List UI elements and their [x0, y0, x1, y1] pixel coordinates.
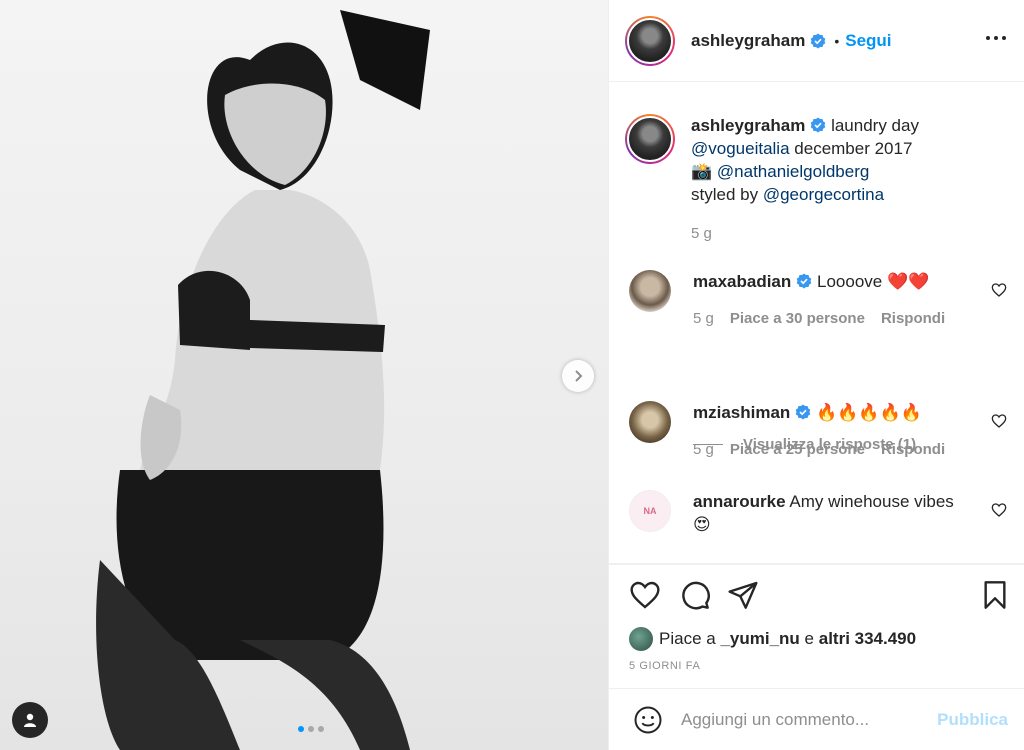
liker-username[interactable]: _yumi_nu: [720, 629, 799, 649]
comment-likes[interactable]: Piace a 30 persone: [730, 307, 865, 330]
caption-styled-prefix: styled by: [691, 185, 759, 204]
post-actions-bar: [609, 564, 1024, 622]
likes-summary[interactable]: Piace a _yumi_nu e altri 334.490: [609, 622, 1024, 656]
share-icon[interactable]: [727, 579, 759, 611]
carousel-dot: [308, 726, 314, 732]
comment-emoji: 😍: [693, 515, 711, 534]
carousel-indicator: [298, 726, 324, 732]
post-photo: [96, 10, 430, 750]
comment-time[interactable]: 5 g: [693, 438, 714, 461]
next-photo-button[interactable]: [562, 360, 594, 392]
post-side-panel: ashleygraham • Segui ashleygraham laundr…: [608, 0, 1024, 750]
caption-line1: laundry day: [831, 116, 919, 135]
caption-text: ashleygraham laundry day @vogueitalia de…: [691, 114, 919, 245]
comment-item: mziashiman 🔥🔥🔥🔥🔥 5 g Piace a 25 persone …: [625, 401, 1017, 461]
verified-icon: [796, 404, 811, 420]
camera-emoji: 📸: [691, 162, 713, 181]
verified-icon: [811, 33, 826, 48]
comment-time[interactable]: 5 g: [693, 307, 714, 330]
author-avatar[interactable]: [625, 15, 675, 66]
liker-avatar[interactable]: [629, 627, 653, 651]
bookmark-icon[interactable]: [979, 579, 1011, 611]
likes-prefix: Piace a: [659, 629, 716, 648]
commenter-avatar[interactable]: NA: [629, 490, 671, 532]
comment-text: 🔥🔥🔥🔥🔥: [816, 403, 922, 422]
comment-username[interactable]: mziashiman: [693, 403, 790, 422]
caption-username[interactable]: ashleygraham: [691, 116, 805, 135]
comment-input[interactable]: [681, 709, 938, 730]
reply-button[interactable]: Rispondi: [881, 438, 945, 461]
comment-text: Loooove ❤️❤️: [817, 272, 930, 291]
post-media[interactable]: [0, 0, 608, 750]
separator-dot: •: [834, 32, 840, 49]
chevron-right-icon: [575, 370, 583, 382]
user-tag-icon: [24, 713, 36, 727]
heart-icon[interactable]: [991, 502, 1007, 518]
comment-icon[interactable]: [679, 579, 711, 611]
commenter-avatar[interactable]: [629, 270, 671, 312]
publish-button[interactable]: Pubblica: [937, 710, 1008, 730]
follow-button[interactable]: Segui: [845, 31, 891, 51]
heart-icon[interactable]: [629, 579, 661, 611]
mention-link[interactable]: @nathanielgoldberg: [717, 162, 869, 181]
caption-author-avatar[interactable]: [625, 114, 675, 164]
comments-section[interactable]: ashleygraham laundry day @vogueitalia de…: [609, 82, 1024, 564]
more-options-button[interactable]: [986, 36, 1006, 40]
more-icon: [986, 36, 990, 40]
carousel-dot: [318, 726, 324, 732]
instagram-post-view: ashleygraham • Segui ashleygraham laundr…: [0, 0, 1024, 750]
verified-icon: [811, 117, 826, 133]
reply-button[interactable]: Rispondi: [881, 307, 945, 330]
comment-username[interactable]: maxabadian: [693, 272, 791, 291]
comment-likes[interactable]: Piace a 25 persone: [730, 438, 865, 461]
emoji-icon[interactable]: [633, 705, 663, 735]
caption-line2: december 2017: [794, 139, 913, 158]
user-tag-button[interactable]: [12, 702, 48, 738]
post-header: ashleygraham • Segui: [609, 0, 1024, 82]
add-comment-bar: Pubblica: [609, 688, 1024, 750]
caption-time[interactable]: 5 g: [691, 222, 712, 245]
comment-username[interactable]: annarourke: [693, 492, 786, 511]
post-date[interactable]: 5 GIORNI FA: [609, 656, 1024, 688]
commenter-avatar[interactable]: [629, 401, 671, 443]
verified-icon: [796, 273, 812, 289]
mention-link[interactable]: @vogueitalia: [691, 139, 790, 158]
likes-middle: e: [804, 629, 814, 648]
carousel-dot: [298, 726, 304, 732]
comment-item: maxabadian Loooove ❤️❤️ 5 g Piace a 30 p…: [625, 270, 1017, 330]
heart-icon[interactable]: [991, 282, 1007, 298]
author-username[interactable]: ashleygraham: [691, 31, 805, 51]
heart-icon[interactable]: [991, 413, 1007, 429]
comment-text: Amy winehouse vibes: [789, 492, 954, 511]
likes-others-count[interactable]: altri 334.490: [819, 629, 916, 649]
post-caption: ashleygraham laundry day @vogueitalia de…: [625, 114, 1005, 245]
mention-link[interactable]: @georgecortina: [763, 185, 884, 204]
comment-item: NA annarourke Amy winehouse vibes 😍: [625, 490, 1017, 536]
